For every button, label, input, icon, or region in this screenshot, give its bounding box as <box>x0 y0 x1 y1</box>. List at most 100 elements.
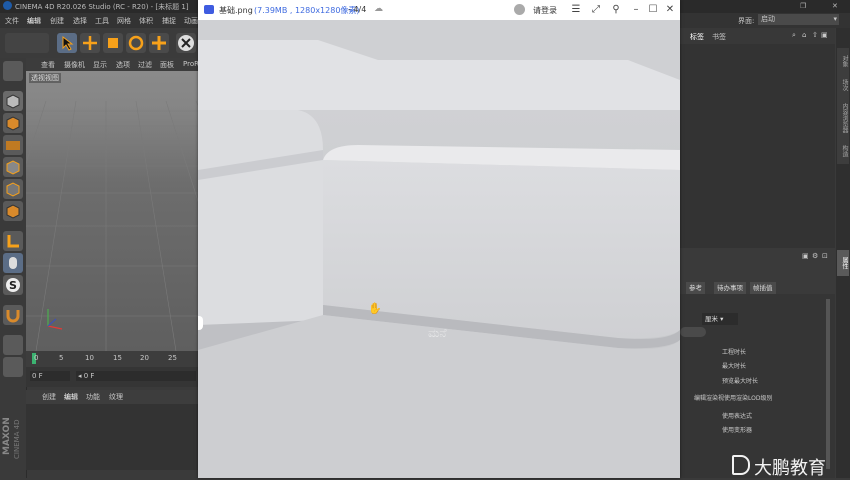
viewport-menu-filter[interactable]: 过滤 <box>138 60 152 70</box>
side-tab-content-browser[interactable]: 内容浏览器 <box>837 96 849 140</box>
login-link[interactable]: 请登录 <box>533 5 557 16</box>
timeline-ruler[interactable]: 0 5 10 15 20 25 <box>26 351 200 367</box>
restore-button[interactable]: ❐ <box>800 2 806 10</box>
materials-menu-texture[interactable]: 纹理 <box>109 392 123 402</box>
viewport-menu-display[interactable]: 显示 <box>93 60 107 70</box>
settings-icon[interactable]: ⚙ <box>812 252 818 260</box>
prev-image-handle[interactable] <box>198 316 203 330</box>
tweak-mode-button[interactable] <box>3 253 23 273</box>
close-button[interactable]: ✕ <box>663 3 677 17</box>
maxon-product: CINEMA 4D <box>13 419 21 459</box>
magnet-button[interactable] <box>3 305 23 325</box>
polygons-mode-button[interactable] <box>3 201 23 221</box>
image-watermark: ಮನೆ <box>428 326 447 340</box>
make-editable-button[interactable] <box>3 61 23 81</box>
maximize-button[interactable]: ☐ <box>646 3 660 17</box>
rendered-image[interactable]: ಮನೆ ✋ <box>198 20 680 478</box>
x-axis-button[interactable] <box>176 33 196 53</box>
lock-icon[interactable]: ▣ <box>821 31 828 39</box>
scale-tool-button[interactable] <box>103 33 123 53</box>
select-tool-button[interactable] <box>57 33 77 53</box>
grid-snap-button[interactable] <box>3 335 23 355</box>
tab-bookmarks[interactable]: 书签 <box>712 32 726 42</box>
minimize-button[interactable]: – <box>629 3 643 17</box>
side-tab-takes[interactable]: 场次 <box>837 72 849 98</box>
menu-icon[interactable]: ☰ <box>569 3 583 17</box>
search-icon[interactable]: ⌕ <box>792 31 796 40</box>
plus-icon <box>152 36 166 50</box>
avatar[interactable] <box>514 4 525 15</box>
pin-icon[interactable]: ⚲ <box>609 3 623 17</box>
timeline-tick: 20 <box>140 354 149 362</box>
snap-button[interactable]: S <box>3 275 23 295</box>
viewport-menu-options[interactable]: 选项 <box>116 60 130 70</box>
attr-row-render-lod: 编辑渲染视使用渲染LOD级别 <box>694 395 773 402</box>
viewport-menu-panel[interactable]: 面板 <box>160 60 174 70</box>
menu-volume[interactable]: 体积 <box>139 16 153 26</box>
move-tool-button[interactable] <box>80 33 100 53</box>
workplane-button[interactable] <box>3 135 23 155</box>
attributes-scrollbar[interactable] <box>826 299 830 469</box>
axis-mode-button[interactable] <box>3 231 23 251</box>
current-frame-field[interactable]: 0 F <box>30 371 70 381</box>
workplane-lock-button[interactable] <box>3 357 23 377</box>
file-info: (7.39MB , 1280x1280像素) <box>254 6 360 15</box>
lock-icon[interactable]: ▣ <box>802 252 809 260</box>
rotate-tool-button[interactable] <box>126 33 146 53</box>
objects-panel[interactable] <box>680 44 835 248</box>
tab-tags[interactable]: 标签 <box>690 32 704 42</box>
unit-value: 厘米 <box>705 315 718 323</box>
c4d-app-icon <box>3 1 12 10</box>
interface-dropdown[interactable]: 启动 ▾ <box>758 14 839 25</box>
close-button[interactable]: ✕ <box>832 2 838 10</box>
menu-snap[interactable]: 捕捉 <box>162 16 176 26</box>
new-window-icon[interactable]: ⊡ <box>822 252 828 260</box>
menu-mesh[interactable]: 网格 <box>117 16 131 26</box>
attr-row-use-expressions: 使用表达式 <box>722 413 753 420</box>
menu-tools[interactable]: 工具 <box>95 16 109 26</box>
arrow-up-icon[interactable]: ⇧ <box>812 31 818 39</box>
move-icon <box>83 36 97 50</box>
materials-menu-edit[interactable]: 编辑 <box>64 392 78 402</box>
viewport-menu-view[interactable]: 查看 <box>41 60 55 70</box>
render-scene <box>198 20 680 478</box>
undo-redo-buttons[interactable] <box>5 33 49 53</box>
viewport-menu-camera[interactable]: 摄像机 <box>64 60 85 70</box>
maxon-logo: MAXON CINEMA 4D <box>0 395 26 465</box>
viewport-menu-prorender[interactable]: ProR <box>183 60 199 68</box>
menu-animate[interactable]: 动画 <box>184 16 198 26</box>
fullscreen-icon[interactable]: ⤢ <box>589 3 603 17</box>
cloud-upload-icon[interactable]: ☁ <box>374 4 383 14</box>
side-tab-structure[interactable]: 构造 <box>837 138 849 164</box>
timeline-tick: 10 <box>85 354 94 362</box>
maxon-brand: MAXON <box>2 417 12 455</box>
menu-edit[interactable]: 编辑 <box>27 16 41 26</box>
side-tab-objects[interactable]: 对象 <box>837 48 849 74</box>
home-icon[interactable]: ⌂ <box>802 31 806 39</box>
materials-area[interactable] <box>26 404 200 470</box>
menu-create[interactable]: 创建 <box>50 16 64 26</box>
axis-l-icon <box>7 235 19 248</box>
attr-tab-todo[interactable]: 待办事项 <box>714 282 746 294</box>
materials-menu-function[interactable]: 功能 <box>86 392 100 402</box>
start-frame-field[interactable]: ◂ 0 F <box>76 371 196 381</box>
materials-menu-create[interactable]: 创建 <box>42 392 56 402</box>
file-name: 基础.png <box>219 6 253 15</box>
brand-watermark: 大鹏教育 <box>732 454 850 479</box>
attr-tab-reference[interactable]: 参考 <box>686 282 705 294</box>
attr-tab-frame-interp[interactable]: 帧插值 <box>750 282 776 294</box>
points-cube-icon <box>6 160 20 175</box>
toggle-slider[interactable] <box>680 327 706 337</box>
add-tool-button[interactable] <box>149 33 169 53</box>
menu-file[interactable]: 文件 <box>5 16 19 26</box>
model-mode-button[interactable] <box>3 91 23 111</box>
points-mode-button[interactable] <box>3 157 23 177</box>
unit-dropdown[interactable]: 厘米 ▾ <box>702 313 738 325</box>
menu-select[interactable]: 选择 <box>73 16 87 26</box>
edges-mode-button[interactable] <box>3 179 23 199</box>
image-viewer-window: 基础.png (7.39MB , 1280x1280像素) - 4/4 ☁ 请登… <box>198 0 680 478</box>
side-tab-attributes[interactable]: 属性 <box>837 250 849 276</box>
texture-mode-button[interactable] <box>3 113 23 133</box>
viewport-grid <box>26 100 200 351</box>
perspective-viewport[interactable]: 透视视图 <box>26 71 200 351</box>
